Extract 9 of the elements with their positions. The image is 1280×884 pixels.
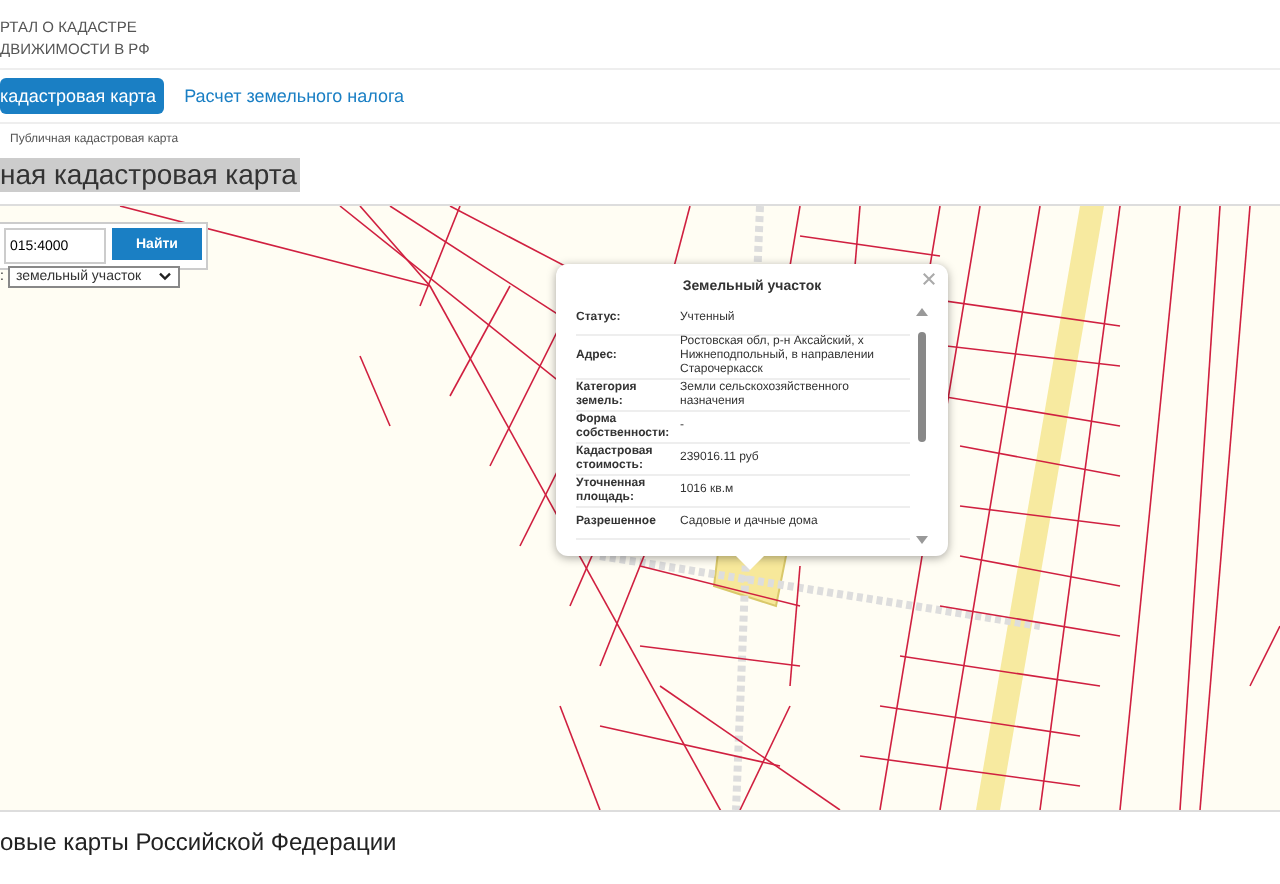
scroll-up-icon[interactable] [916,308,928,316]
nav-tab[interactable]: Расчет земельного налога [176,78,413,114]
scrollbar[interactable] [916,304,928,548]
nav-tab[interactable]: кадастровая карта [0,78,165,114]
scroll-down-icon[interactable] [916,536,928,544]
page-heading: ная кадастровая карта [0,158,301,192]
chevron-down-icon [157,272,172,282]
section-heading: овые карты Российской Федерации [0,826,399,856]
close-icon[interactable] [922,272,936,286]
